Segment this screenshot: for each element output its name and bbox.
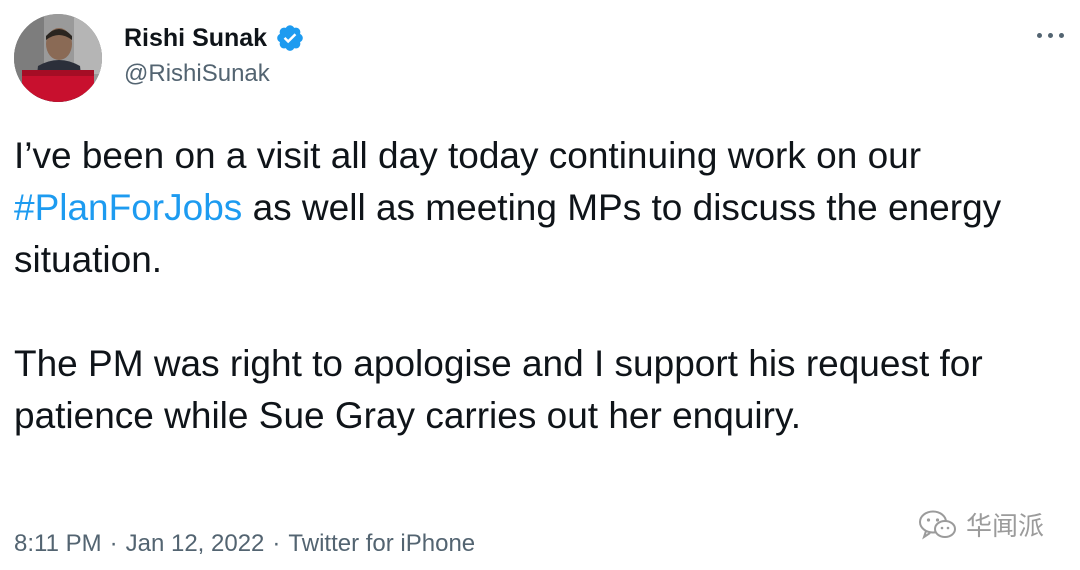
author-handle[interactable]: @RishiSunak: [124, 60, 270, 88]
tweet-date[interactable]: Jan 12, 2022: [126, 530, 265, 558]
tweet-source[interactable]: Twitter for iPhone: [288, 530, 475, 558]
hashtag-link[interactable]: #PlanForJobs: [14, 187, 242, 228]
wechat-icon: [919, 510, 956, 539]
tweet-card: Rishi Sunak @RishiSunak I’ve been on a v…: [0, 0, 1080, 570]
more-dot-icon: [1047, 32, 1053, 38]
tweet-body: I’ve been on a visit all day today conti…: [14, 130, 1074, 442]
meta-separator: ·: [272, 530, 281, 557]
more-dot-icon: [1058, 32, 1064, 38]
author-name-row: Rishi Sunak: [124, 22, 305, 54]
more-dot-icon: [1036, 32, 1042, 38]
meta-separator: ·: [109, 530, 118, 557]
tweet-paragraph-1: I’ve been on a visit all day today conti…: [14, 130, 1074, 286]
verified-badge-icon: [275, 23, 305, 53]
tweet-time[interactable]: 8:11 PM: [14, 530, 102, 558]
watermark: 华闻派: [918, 506, 1044, 543]
watermark-text: 华闻派: [966, 512, 1045, 542]
avatar[interactable]: [14, 14, 102, 102]
more-options-button[interactable]: [1030, 20, 1070, 50]
profile-photo-avatar: [14, 14, 102, 102]
tweet-metadata: 8:11 PM · Jan 12, 2022 · Twitter for iPh…: [14, 530, 475, 558]
tweet-text-segment: I’ve been on a visit all day today conti…: [14, 135, 922, 176]
author-display-name[interactable]: Rishi Sunak: [124, 24, 267, 53]
tweet-paragraph-2: The PM was right to apologise and I supp…: [14, 343, 983, 436]
